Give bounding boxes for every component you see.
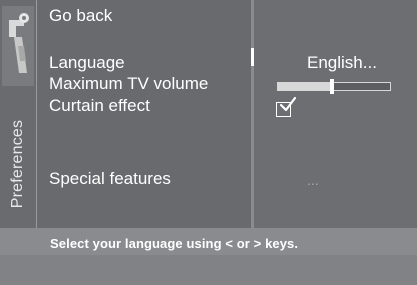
tv-volume-slider[interactable]: [277, 79, 391, 94]
hint-bar-lower: [0, 255, 417, 285]
wrench-icon: [2, 6, 34, 86]
language-value[interactable]: English...: [307, 53, 377, 73]
language-item[interactable]: Language: [49, 53, 125, 73]
selection-cursor: [251, 48, 254, 66]
sidebar-preferences-text: Preferences: [9, 119, 26, 209]
tv-volume-knob[interactable]: [329, 79, 334, 94]
tv-menu-screen: Preferences Go back Language Maximum TV …: [0, 0, 417, 285]
sidebar-label: Preferences: [4, 104, 32, 224]
checkmark-icon: [280, 96, 296, 112]
sidebar: Preferences: [0, 0, 37, 228]
hint-text: Select your language using < or > keys.: [50, 236, 299, 251]
special-features-value: ...: [307, 172, 319, 188]
special-features-item[interactable]: Special features: [49, 169, 171, 189]
maximum-tv-volume-item[interactable]: Maximum TV volume: [49, 74, 208, 94]
go-back-item[interactable]: Go back: [49, 6, 112, 26]
curtain-effect-item[interactable]: Curtain effect: [49, 96, 150, 116]
tv-volume-fill: [278, 83, 332, 90]
